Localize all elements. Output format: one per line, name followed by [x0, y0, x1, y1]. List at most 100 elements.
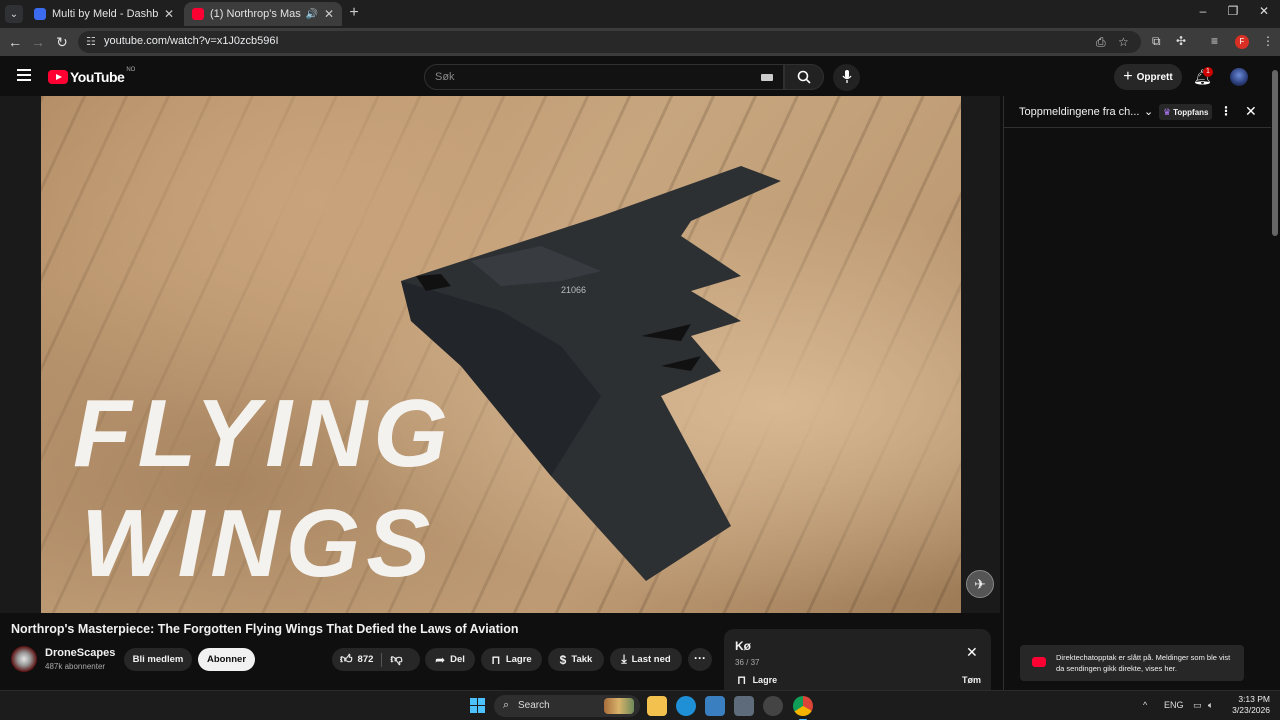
join-button[interactable]: Bli medlem [124, 648, 192, 671]
app-icon[interactable] [734, 696, 754, 716]
share-button[interactable]: ➦ Del [425, 648, 475, 671]
video-player[interactable]: 21066 FLYING WINGS [0, 96, 1000, 613]
plus-icon: + [1123, 68, 1133, 85]
close-window-button[interactable]: ✕ [1249, 4, 1279, 18]
edge-browser-icon[interactable] [676, 696, 696, 716]
chrome-browser-icon[interactable] [793, 696, 813, 720]
tab-youtube-video[interactable]: (1) Northrop's Masterpiece: 🔊 ✕ [184, 2, 342, 26]
queue-save-button[interactable]: ⊓ Lagre [737, 673, 777, 687]
queue-clear-button[interactable]: Tøm [962, 675, 981, 685]
close-chat-icon[interactable]: ✕ [1245, 103, 1257, 120]
volume-icon[interactable]: 🔈︎ [1208, 700, 1213, 711]
app-icon[interactable] [763, 696, 783, 716]
reading-list-icon[interactable]: ≡ [1211, 34, 1218, 48]
chrome-menu-icon[interactable]: ⋮ [1262, 34, 1274, 48]
bookmark-icon: ⊓ [737, 673, 747, 687]
live-chat-panel: Toppmeldingene fra ch... ⌄ ♛ Toppfans ⋮ ✕… [1003, 96, 1271, 690]
guide-menu-icon[interactable] [17, 69, 31, 81]
account-avatar[interactable] [1230, 68, 1248, 86]
install-app-icon[interactable]: ⎙ [1096, 35, 1106, 50]
network-icon[interactable]: ▭ [1193, 700, 1202, 711]
search-button[interactable] [784, 64, 824, 90]
taskbar-search-label: Search [518, 700, 550, 711]
youtube-play-icon [48, 70, 68, 84]
search-icon [797, 70, 811, 84]
tab-search-button[interactable]: ⌄ [5, 5, 23, 23]
subscribe-button[interactable]: Abonner [198, 648, 255, 671]
save-button[interactable]: ⊓ Lagre [481, 648, 542, 671]
app-icon[interactable] [705, 696, 725, 716]
dislike-icon[interactable]: 👎︎ [390, 652, 402, 667]
more-actions-button[interactable]: ··· [688, 648, 712, 671]
channel-watermark-icon[interactable]: ✈ [966, 570, 994, 598]
page-scrollbar[interactable] [1270, 56, 1280, 690]
video-title: Northrop's Masterpiece: The Forgotten Fl… [11, 622, 519, 636]
save-label: Lagre [505, 654, 532, 665]
channel-name[interactable]: DroneScapes [45, 647, 115, 659]
notice-text: Direktechatopptak er slått på. Meldinger… [1056, 653, 1231, 673]
search-highlight-image [604, 698, 634, 714]
search-icon: ⌕ [503, 699, 510, 711]
minimize-button[interactable]: – [1188, 4, 1218, 18]
system-clock[interactable]: 3:13 PM 3/23/2026 [1226, 694, 1270, 716]
create-button[interactable]: + Opprett [1114, 64, 1182, 90]
tab-label: (1) Northrop's Masterpiece: [210, 8, 301, 20]
channel-avatar[interactable] [11, 646, 37, 672]
like-dislike-group: 👍︎ 872 👎︎ [332, 648, 420, 671]
bookmark-star-icon[interactable]: ☆ [1118, 35, 1129, 49]
address-bar[interactable]: ☷ youtube.com/watch?v=x1J0zcb596I ⎙ ☆ [78, 31, 1141, 53]
thanks-icon: $ [559, 652, 567, 667]
restore-button[interactable]: ❐ [1218, 4, 1248, 18]
show-hidden-icons-icon[interactable]: ^ [1143, 700, 1147, 710]
scrollbar-thumb[interactable] [1272, 70, 1278, 236]
bookmark-icon: ⊓ [491, 652, 501, 667]
chat-more-icon[interactable]: ⋮ [1220, 104, 1232, 118]
close-tab-icon[interactable]: ✕ [324, 7, 334, 21]
queue-save-label: Lagre [752, 675, 778, 685]
extensions-puzzle-icon[interactable]: ⧉ [1152, 34, 1161, 49]
keyboard-icon[interactable] [761, 74, 773, 81]
browser-tabstrip: ⌄ Multi by Meld - Dashboard. ✕ (1) North… [0, 0, 1280, 28]
close-tab-icon[interactable]: ✕ [164, 7, 174, 21]
join-label: Bli medlem [132, 654, 184, 665]
back-button[interactable]: ← [6, 33, 24, 51]
like-icon[interactable]: 👍︎ [340, 652, 353, 667]
clock-date: 3/23/2026 [1232, 705, 1270, 715]
search-input[interactable]: Søk [424, 64, 784, 90]
taskbar-search[interactable]: ⌕ Search [494, 695, 640, 717]
like-count[interactable]: 872 [358, 654, 374, 665]
windows-start-icon[interactable] [470, 698, 485, 713]
microphone-icon [841, 70, 852, 83]
file-explorer-icon[interactable] [647, 696, 667, 716]
close-queue-icon[interactable]: ✕ [966, 644, 978, 661]
forward-button[interactable]: → [29, 33, 47, 51]
logo-text: YouTube [70, 69, 125, 85]
tab-label: Multi by Meld - Dashboard. [52, 8, 158, 20]
new-tab-button[interactable]: + [346, 5, 362, 21]
download-icon: ⤓ [621, 652, 627, 666]
thanks-button[interactable]: $ Takk [548, 648, 604, 671]
tail-number: 21066 [561, 285, 586, 295]
chevron-down-icon[interactable]: ⌄ [1144, 105, 1153, 118]
subscriber-count: 487k abonnenter [45, 662, 106, 671]
speaker-icon[interactable]: 🔊 [305, 9, 317, 20]
extension-icon[interactable]: ✣ [1176, 34, 1186, 48]
chat-replay-notice: Direktechatopptak er slått på. Meldinger… [1020, 645, 1244, 681]
top-fans-badge[interactable]: ♛ Toppfans [1159, 104, 1213, 120]
chat-mode-title[interactable]: Toppmeldingene fra ch... [1019, 106, 1139, 118]
thanks-label: Takk [571, 654, 593, 665]
tab-meld-dashboard[interactable]: Multi by Meld - Dashboard. ✕ [26, 2, 182, 26]
queue-count: 36 / 37 [735, 658, 760, 667]
windows-taskbar: ⌕ Search ^ ENG ▭ 🔈︎ 3:13 PM 3/23/2026 [0, 690, 1280, 720]
fans-icon: ♛ [1163, 106, 1172, 117]
video-frame[interactable]: 21066 FLYING WINGS [41, 96, 961, 613]
download-button[interactable]: ⤓ Last ned [610, 648, 682, 671]
site-info-icon[interactable]: ☷ [86, 35, 96, 48]
profile-avatar[interactable]: F [1235, 35, 1249, 49]
voice-search-button[interactable] [833, 64, 860, 91]
reload-button[interactable]: ↻ [53, 33, 71, 51]
youtube-logo[interactable]: YouTube NO [48, 67, 135, 85]
language-indicator[interactable]: ENG [1164, 700, 1184, 710]
search-placeholder: Søk [435, 71, 455, 83]
queue-panel: Kø 36 / 37 ✕ ⊓ Lagre Tøm [724, 629, 991, 691]
